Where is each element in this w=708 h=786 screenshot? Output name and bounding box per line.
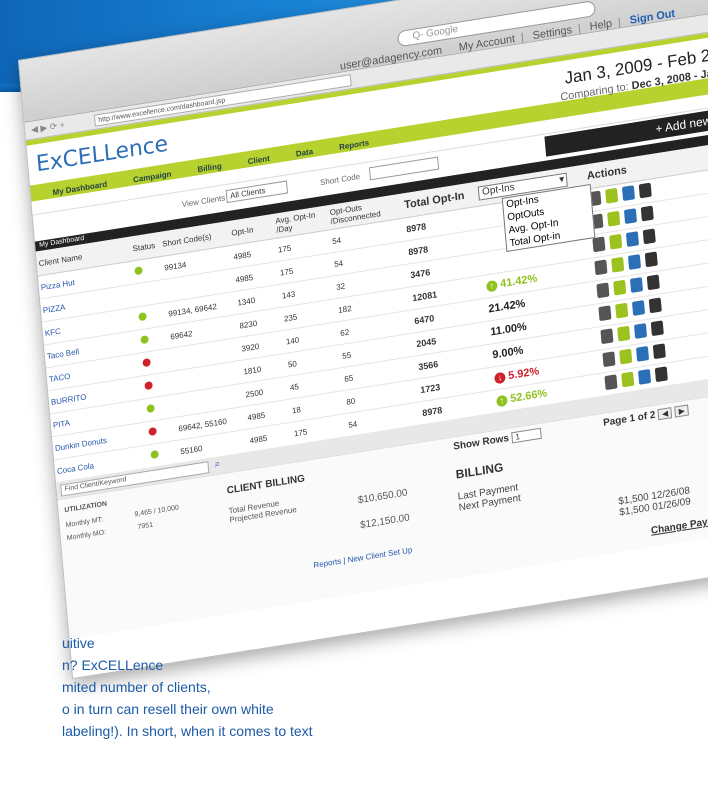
- edit-icon[interactable]: [605, 187, 619, 204]
- menu-data[interactable]: Data: [296, 147, 314, 159]
- nav-buttons[interactable]: ◀ ▶ ⟳ +: [31, 119, 66, 135]
- edit-icon[interactable]: [617, 325, 631, 342]
- logo-tail: Lence: [102, 131, 170, 167]
- trash-icon[interactable]: [638, 182, 652, 199]
- report-icon[interactable]: [596, 282, 610, 299]
- mt-label: Monthly MT:: [65, 516, 104, 530]
- mo-value: 7951: [137, 521, 154, 532]
- trash-icon[interactable]: [650, 320, 664, 337]
- user-icon[interactable]: [635, 345, 650, 362]
- trash-icon[interactable]: [654, 366, 668, 383]
- edit-icon[interactable]: [621, 371, 635, 388]
- trash-icon[interactable]: [652, 343, 666, 360]
- user-icon[interactable]: [621, 185, 636, 202]
- short-code-select[interactable]: [368, 156, 440, 181]
- edit-icon[interactable]: [613, 279, 627, 296]
- client-billing-links: Reports | New Client Set Up: [234, 542, 432, 582]
- next-page-button[interactable]: ▶: [674, 404, 690, 418]
- user-icon[interactable]: [623, 208, 638, 225]
- divider: |: [577, 22, 582, 36]
- report-icon[interactable]: [600, 328, 614, 345]
- report-icon[interactable]: [598, 305, 612, 322]
- trash-icon[interactable]: [642, 228, 656, 245]
- trend-up-icon: ↑: [496, 394, 508, 408]
- edit-icon[interactable]: [609, 233, 623, 250]
- status-dot: [140, 335, 149, 345]
- logo-main: ExCEL: [35, 141, 105, 178]
- client-billing-panel: CLIENT BILLING Total Revenue Projected R…: [226, 454, 432, 582]
- user-icon[interactable]: [633, 323, 648, 339]
- show-rows-label: Show Rows: [452, 432, 510, 453]
- menu-reports[interactable]: Reports: [339, 138, 370, 152]
- promo-text: uitive n? ExCELLence mited number of cli…: [62, 632, 522, 742]
- user-icon[interactable]: [631, 300, 646, 316]
- report-icon[interactable]: [594, 259, 608, 276]
- menu-client[interactable]: Client: [247, 154, 270, 166]
- status-dot: [146, 403, 155, 414]
- mt-value: 9,465 / 10,000: [134, 504, 180, 519]
- user-icon[interactable]: [638, 368, 652, 385]
- metric-percent: 9.00%: [491, 344, 524, 362]
- edit-icon[interactable]: [607, 210, 621, 227]
- trend-down-icon: ↓: [494, 371, 506, 385]
- promo-line: labeling!). In short, when it comes to t…: [62, 723, 313, 739]
- utilization-panel: UTILIZATION Monthly MT: 9,465 / 10,000 M…: [64, 489, 180, 543]
- edit-icon[interactable]: [619, 348, 633, 365]
- metric-percent: 5.92%: [507, 365, 540, 383]
- status-dot: [150, 449, 159, 460]
- short-code-label: Short Code: [319, 171, 361, 188]
- search-icon[interactable]: ⌕: [214, 458, 221, 470]
- view-clients-label: View Clients: [181, 193, 226, 210]
- divider: |: [343, 555, 346, 566]
- browser-window: A A ⎙ Q- Google user@adagency.com My Acc…: [18, 0, 708, 680]
- divider: |: [520, 31, 525, 45]
- promo-line: mited number of clients,: [62, 679, 211, 695]
- menu-billing[interactable]: Billing: [197, 161, 222, 174]
- trash-icon[interactable]: [646, 274, 660, 291]
- stage: A A ⎙ Q- Google user@adagency.com My Acc…: [0, 0, 708, 786]
- trash-icon[interactable]: [644, 251, 658, 268]
- metric-percent: 41.42%: [499, 272, 538, 291]
- metric-percent: 52.66%: [509, 387, 548, 406]
- new-client-link[interactable]: New Client Set Up: [347, 545, 412, 564]
- promo-line: n? ExCELLence: [62, 657, 164, 673]
- user-icon[interactable]: [629, 277, 644, 293]
- promo-line: uitive: [62, 635, 95, 651]
- mo-label: Monthly MO:: [66, 529, 107, 543]
- status-dot: [148, 426, 157, 437]
- user-icon[interactable]: [625, 231, 640, 248]
- report-icon[interactable]: [604, 374, 618, 391]
- trend-up-icon: ↑: [485, 279, 498, 293]
- page-indicator: Page 1 of 2: [602, 409, 656, 429]
- report-icon[interactable]: [592, 236, 606, 253]
- metric-percent: 21.42%: [487, 297, 526, 316]
- reports-link[interactable]: Reports: [313, 557, 341, 570]
- metric-percent: 11.00%: [489, 320, 528, 339]
- prev-page-button[interactable]: ◀: [657, 407, 673, 421]
- edit-icon[interactable]: [611, 256, 625, 273]
- user-icon[interactable]: [627, 254, 642, 270]
- trash-icon[interactable]: [640, 205, 654, 222]
- edit-icon[interactable]: [615, 302, 629, 319]
- promo-line: o in turn can resell their own white: [62, 701, 274, 717]
- trash-icon[interactable]: [648, 297, 662, 314]
- report-icon[interactable]: [602, 351, 616, 368]
- show-rows-select[interactable]: 1: [511, 427, 542, 444]
- status-dot: [134, 266, 143, 276]
- divider: |: [617, 16, 622, 29]
- view-clients-select[interactable]: All Clients: [225, 180, 289, 204]
- menu-campaign[interactable]: Campaign: [133, 169, 172, 184]
- status-dot: [138, 312, 147, 322]
- status-dot: [142, 357, 151, 368]
- status-dot: [144, 380, 153, 391]
- menu-my-dashboard[interactable]: My Dashboard: [52, 180, 107, 198]
